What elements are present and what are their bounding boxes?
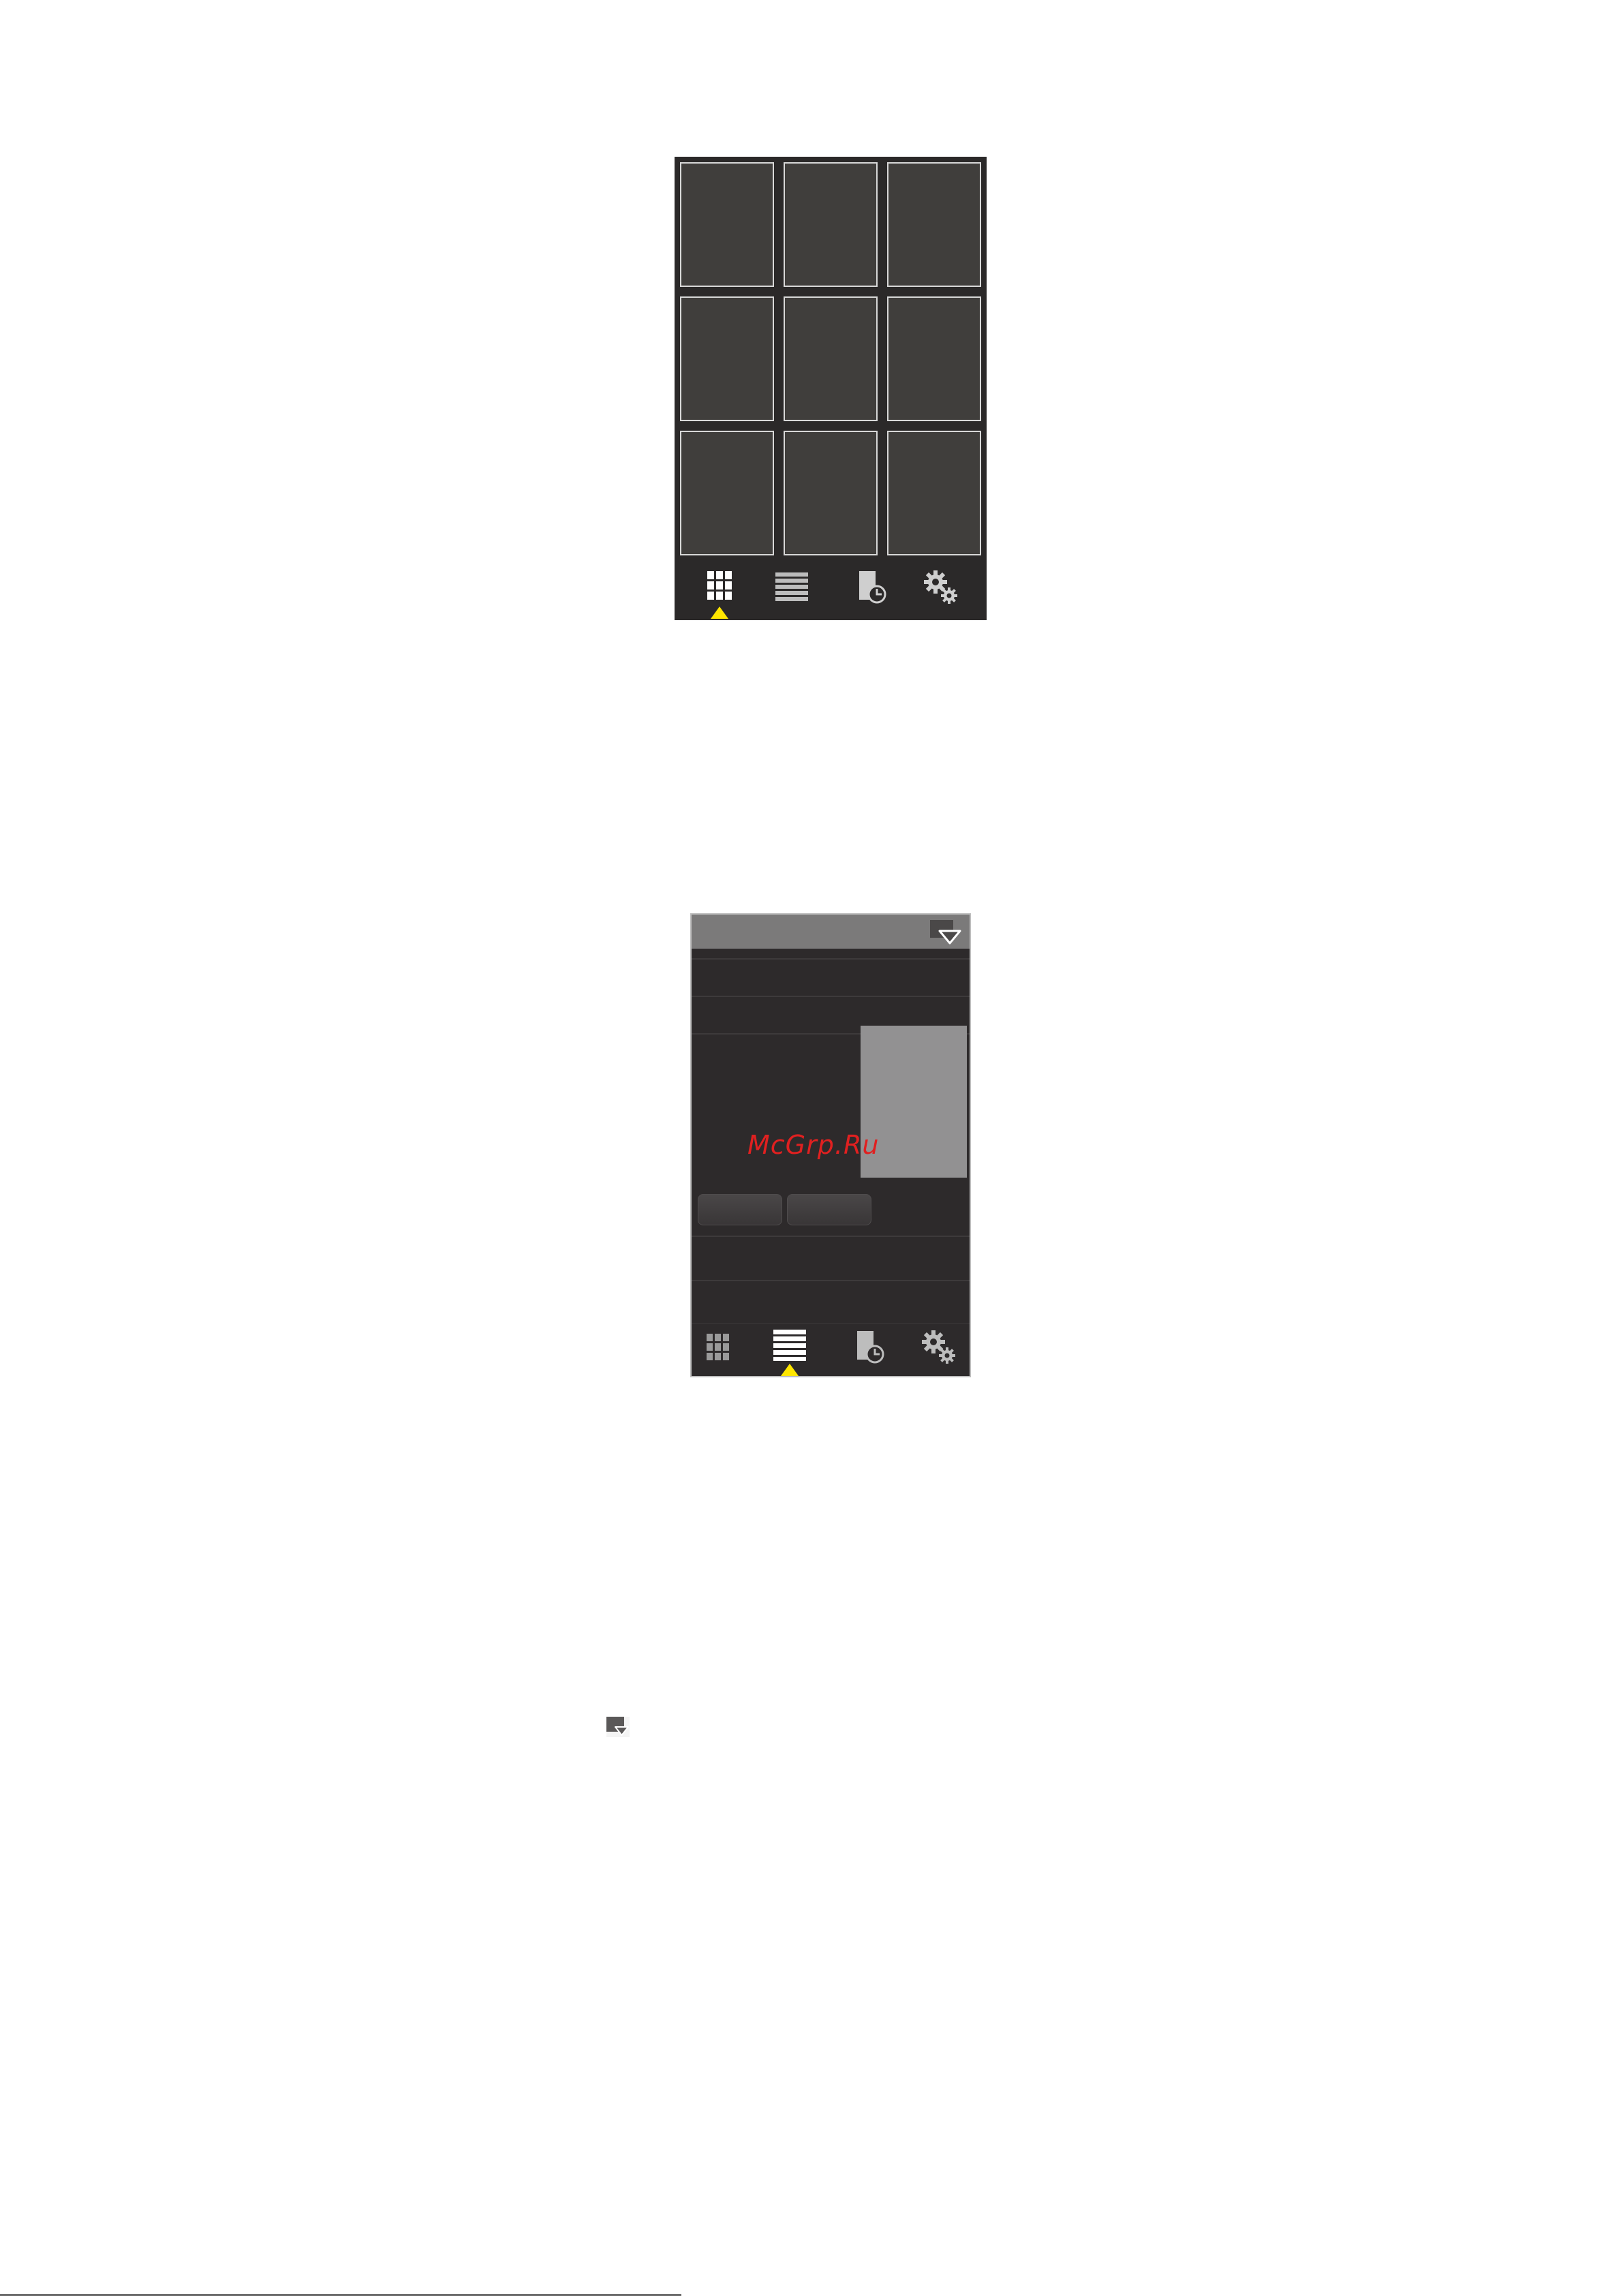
watermark-text: McGrp.Ru [747,1130,880,1160]
tab-bar [692,1324,970,1376]
tab-recent[interactable] [835,1324,903,1376]
active-tab-indicator [711,607,728,619]
grid-icon [707,571,732,600]
list-row-divider [692,958,970,960]
grid-tile[interactable] [680,162,774,287]
dropdown-icon [606,1717,630,1737]
document-clock-icon [857,1331,884,1364]
grid-tile[interactable] [680,431,774,555]
list-header [692,915,970,949]
tab-settings[interactable] [907,560,975,620]
tab-grid[interactable] [685,560,754,620]
list-row-divider [692,1280,970,1281]
grid-tile[interactable] [784,431,878,555]
tab-settings[interactable] [905,1324,973,1376]
list-icon [775,572,808,601]
tab-list[interactable] [756,1324,824,1376]
active-tab-indicator [781,1364,799,1376]
grid-tile[interactable] [784,162,878,287]
document-clock-icon [859,571,886,604]
grid-icon [707,1334,729,1360]
action-button[interactable] [698,1194,782,1225]
grid-tile[interactable] [887,162,981,287]
tab-recent[interactable] [837,560,906,620]
grid-tile[interactable] [784,296,878,421]
action-button[interactable] [787,1194,871,1225]
grid-tile[interactable] [887,431,981,555]
tab-grid[interactable] [683,1324,752,1376]
list-row-divider [692,1236,970,1237]
grid-tile[interactable] [680,296,774,421]
tab-list[interactable] [758,560,826,620]
gears-icon [924,570,957,604]
gears-icon [922,1330,955,1364]
list-row-divider [692,996,970,997]
tab-bar [675,560,987,620]
dropdown-icon[interactable] [930,920,961,946]
grid-tile[interactable] [887,296,981,421]
list-icon [773,1330,806,1361]
grid-view-screen [675,157,987,620]
